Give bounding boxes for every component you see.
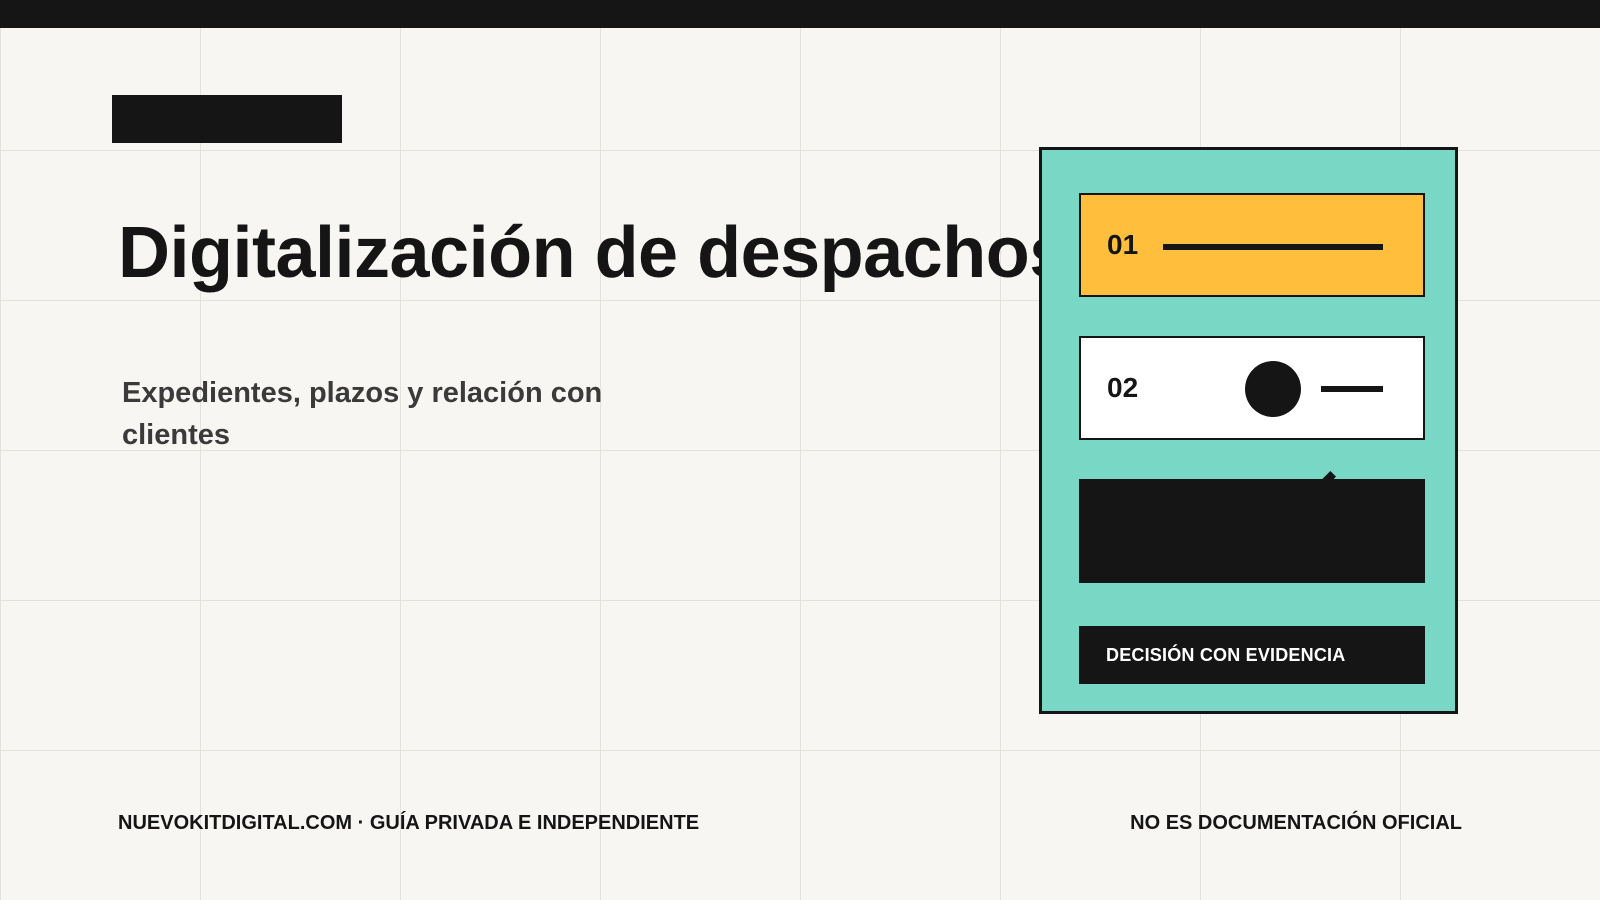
row-2-line (1321, 386, 1383, 392)
slide-subtitle: Expedientes, plazos y relación con clien… (122, 377, 603, 451)
label-block (112, 95, 342, 143)
top-bar (0, 0, 1600, 28)
card-row-2: 02 (1079, 336, 1425, 440)
footer-left: NUEVOKITDIGITAL.COM · GUÍA PRIVADA E IND… (118, 812, 700, 834)
circle-dot-icon (1245, 361, 1301, 417)
slide-title: Digitalización de despachos (118, 213, 1069, 293)
illustration-card: 01 02 DECISIÓN CON EVIDENCIA (1039, 147, 1458, 714)
footer-right: NO ES DOCUMENTACIÓN OFICIAL (1130, 812, 1462, 834)
decision-label: DECISIÓN CON EVIDENCIA (1079, 626, 1425, 684)
row-number-2: 02 (1107, 372, 1139, 403)
card-row-3-block (1079, 479, 1425, 583)
row-1-line (1163, 244, 1383, 250)
card-row-1: 01 (1079, 193, 1425, 297)
row-number-1: 01 (1107, 229, 1139, 260)
